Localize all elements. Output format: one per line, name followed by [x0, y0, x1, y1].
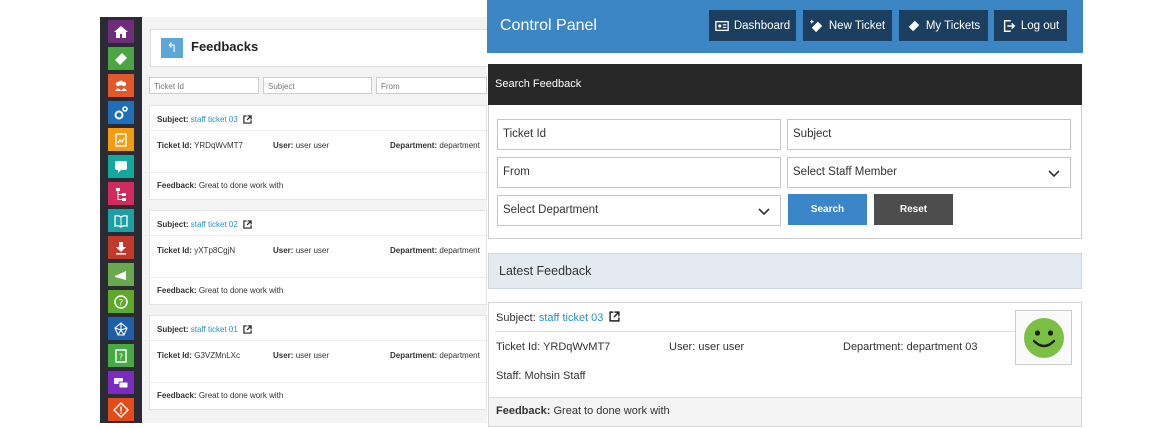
filter-ticket-id[interactable]: Ticket Id: [149, 77, 259, 94]
svg-text:?: ?: [119, 298, 124, 308]
feedback-icon[interactable]: [108, 155, 134, 178]
ticket-id-text: Ticket Id: YRDqWvMT7: [157, 141, 243, 150]
filter-subject[interactable]: Subject: [263, 77, 372, 94]
user-text: User: user user: [273, 141, 330, 150]
ticket-id-text: Ticket Id: G3VZMnLXc: [157, 351, 241, 360]
latest-subject: Subject: staff ticket 03: [496, 311, 621, 324]
alert-icon[interactable]: [108, 398, 134, 421]
chevron-down-icon: [1048, 170, 1060, 178]
smiley-face-icon: [1023, 317, 1064, 358]
search-button[interactable]: Search: [788, 194, 867, 225]
ticket-icon[interactable]: [108, 47, 134, 70]
dashboard-button[interactable]: Dashboard: [709, 10, 796, 41]
faq-icon[interactable]: ?: [108, 344, 134, 367]
feedbacks-header: ↰ Feedbacks: [150, 29, 489, 67]
chevron-down-icon: [758, 208, 770, 216]
user-text: User: user user: [273, 246, 330, 255]
top-bar: Control Panel Dashboard New Ticket My Ti…: [487, 0, 1083, 53]
dashboard-icon: [715, 20, 729, 31]
report-icon[interactable]: [108, 128, 134, 151]
external-link-icon[interactable]: [243, 325, 252, 335]
ticket-id-text: Ticket Id: yXTp8CgjN: [157, 246, 236, 255]
new-ticket-icon: [809, 19, 823, 32]
subject-link[interactable]: staff ticket 01: [191, 325, 238, 334]
latest-feedback-card: Subject: staff ticket 03 Ticket Id: YRDq…: [488, 302, 1082, 427]
chat-icon[interactable]: [108, 371, 134, 394]
network-icon[interactable]: [108, 317, 134, 340]
department-text: Department: department: [390, 246, 480, 255]
latest-department: Department: department 03: [843, 341, 978, 353]
staff-select-value: Select Staff Member: [793, 166, 897, 178]
logout-button[interactable]: Log out: [994, 10, 1067, 41]
new-ticket-label: New Ticket: [828, 19, 886, 32]
sidebar: ? ?: [100, 17, 142, 423]
feedback-card: Subject: staff ticket 01 Ticket Id: G3VZ…: [149, 315, 487, 410]
back-arrow-icon[interactable]: ↰: [161, 38, 183, 58]
subject-link[interactable]: staff ticket 03: [191, 115, 238, 124]
latest-feedback-heading: Latest Feedback: [488, 253, 1082, 289]
page-title: Feedbacks: [191, 39, 259, 54]
subject-label: Subject:: [496, 312, 536, 324]
my-tickets-button[interactable]: My Tickets: [899, 10, 988, 41]
knowledge-book-icon[interactable]: [108, 209, 134, 232]
from-input[interactable]: From: [497, 157, 781, 188]
card-subject: Subject: staff ticket 02: [157, 220, 252, 230]
logout-icon: [1003, 19, 1016, 32]
settings-icon[interactable]: [108, 101, 134, 124]
reset-button[interactable]: Reset: [874, 194, 953, 225]
help-icon[interactable]: ?: [108, 290, 134, 313]
subject-label: Subject:: [157, 220, 189, 229]
rating-box: [1015, 310, 1072, 365]
dashboard-label: Dashboard: [733, 19, 791, 32]
subject-link[interactable]: staff ticket 02: [191, 220, 238, 229]
feedbacks-panel: ↰ Feedbacks Ticket Id Subject From Subje…: [142, 17, 489, 423]
feedback-card: Subject: staff ticket 02 Ticket Id: yXTp…: [149, 210, 487, 305]
download-icon[interactable]: [108, 236, 134, 259]
department-text: Department: department: [390, 351, 480, 360]
feedback-card: Subject: staff ticket 03 Ticket Id: YRDq…: [149, 105, 487, 200]
external-link-icon[interactable]: [243, 220, 252, 230]
staff-member-select[interactable]: Select Staff Member: [787, 157, 1071, 188]
latest-ticket-id: Ticket Id: YRDqWvMT7: [496, 341, 611, 353]
app-title: Control Panel: [500, 17, 597, 34]
my-tickets-label: My Tickets: [925, 19, 981, 32]
department-select[interactable]: Select Department: [497, 195, 781, 226]
users-icon[interactable]: [108, 74, 134, 97]
svg-text:?: ?: [119, 352, 123, 361]
department-select-value: Select Department: [503, 204, 599, 216]
ticket-id-input[interactable]: Ticket Id: [497, 119, 781, 150]
external-link-icon[interactable]: [609, 311, 621, 322]
logout-label: Log out: [1020, 19, 1060, 32]
feedback-text: Feedback: Great to done work with: [157, 181, 284, 190]
filter-from[interactable]: From: [376, 77, 487, 94]
subject-label: Subject:: [157, 325, 189, 334]
home-icon[interactable]: [108, 20, 134, 43]
card-subject: Subject: staff ticket 01: [157, 325, 252, 335]
latest-subject-link[interactable]: staff ticket 03: [539, 312, 604, 324]
my-tickets-icon: [908, 20, 920, 31]
subject-label: Subject:: [157, 115, 189, 124]
feedback-text: Feedback: Great to done work with: [157, 286, 284, 295]
latest-user: User: user user: [669, 341, 745, 353]
new-ticket-button[interactable]: New Ticket: [803, 10, 892, 41]
subject-input[interactable]: Subject: [787, 119, 1071, 150]
hierarchy-icon[interactable]: [108, 182, 134, 205]
announcement-icon[interactable]: [108, 263, 134, 286]
feedback-text: Feedback: Great to done work with: [157, 391, 284, 400]
control-panel: Control Panel Dashboard New Ticket My Ti…: [487, 0, 1083, 428]
latest-feedback-text: Feedback: Great to done work with: [489, 397, 1081, 426]
external-link-icon[interactable]: [243, 115, 252, 125]
search-heading: Search Feedback: [488, 64, 1082, 105]
department-text: Department: department: [390, 141, 480, 150]
latest-staff: Staff: Mohsin Staff: [496, 370, 586, 382]
user-text: User: user user: [273, 351, 330, 360]
card-subject: Subject: staff ticket 03: [157, 115, 252, 125]
